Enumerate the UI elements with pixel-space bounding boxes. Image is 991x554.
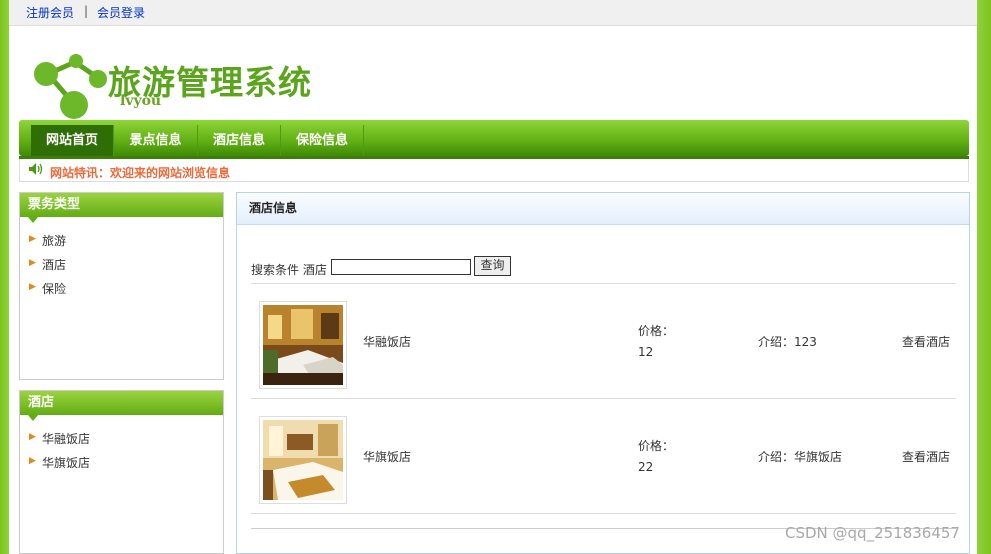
ticket-type-panel: 票务类型 ▶ 旅游 ▶ 酒店 ▶ 保险 [19,192,224,380]
price-value: 12 [638,345,654,359]
price-value: 22 [638,460,654,474]
nav-item-hotels[interactable]: 酒店信息 [198,125,281,156]
divider [251,513,956,514]
hotel-intro: 介绍：华旗饭店 [758,450,843,464]
view-hotel-link[interactable]: 查看酒店 [902,448,950,465]
search-button[interactable]: 查询 [474,256,511,276]
nav-item-home[interactable]: 网站首页 [31,125,114,156]
speaker-icon [29,163,43,175]
molecule-logo-icon [34,54,107,119]
sidebar-item-label: 酒店 [42,258,67,272]
hotel-room-image [263,305,343,385]
sidebar-item-huarong[interactable]: ▶ 华融饭店 [29,429,223,453]
notice-text: 网站特讯：欢迎来的网站浏览信息 [50,166,231,180]
bullet-arrow-icon: ▶ [29,234,36,244]
bullet-arrow-icon: ▶ [29,432,36,442]
register-link[interactable]: 注册会员 [26,4,74,21]
hotel-info-panel: 酒店信息 搜索条件 酒店 查询 华融饭店 价格： 12 介绍：123 查看酒店 … [236,192,970,554]
hotel-name[interactable]: 华融饭店 [363,333,411,350]
sidebar-item-label: 华旗饭店 [42,456,91,470]
sidebar-item-travel[interactable]: ▶ 旅游 [29,231,223,255]
bullet-arrow-icon: ▶ [29,258,36,268]
hotel-name[interactable]: 华旗饭店 [363,448,411,465]
site-logo[interactable]: 旅游管理系统 lvyou [30,52,330,122]
bullet-arrow-icon: ▶ [29,282,36,292]
hotel-price: 价格： 12 [638,321,674,363]
list-item: 华旗饭店 价格： 22 介绍：华旗饭店 查看酒店 [251,398,956,513]
sidebar-item-huaqi[interactable]: ▶ 华旗饭店 [29,453,223,477]
main-nav: 网站首页 景点信息 酒店信息 保险信息 [19,120,969,156]
bullet-arrow-icon: ▶ [29,456,36,466]
heading-pointer-icon [28,217,38,223]
hotel-thumbnail[interactable] [259,416,347,504]
site-subtitle: lvyou [120,93,162,109]
nav-item-attractions[interactable]: 景点信息 [114,125,198,156]
topbar-separator: | [84,4,89,18]
search-label: 搜索条件 酒店 [251,263,327,277]
ticket-type-heading: 票务类型 [20,193,223,223]
heading-pointer-icon [28,415,38,421]
hotel-list-panel: 酒店 ▶ 华融饭店 ▶ 华旗饭店 [19,390,224,554]
top-bar: 注册会员 | 会员登录 [9,0,977,26]
hotel-room-image [263,420,343,500]
nav-item-insurance[interactable]: 保险信息 [281,125,364,156]
ticket-type-title: 票务类型 [28,197,81,212]
login-link[interactable]: 会员登录 [97,4,145,21]
hotel-intro: 介绍：123 [758,335,817,349]
view-hotel-link[interactable]: 查看酒店 [902,333,950,350]
list-item: 华融饭店 价格： 12 介绍：123 查看酒店 [251,283,956,398]
search-input[interactable] [331,259,471,275]
sidebar-item-label: 华融饭店 [42,432,91,446]
sidebar-item-label: 旅游 [42,234,67,248]
notice-bar: 网站特讯：欢迎来的网站浏览信息 [19,159,969,182]
price-label: 价格： [638,324,675,338]
watermark-text: CSDN @qq_251836457 [785,524,960,542]
panel-title: 酒店信息 [237,193,969,225]
hotel-price: 价格： 22 [638,436,674,478]
hotel-list-heading: 酒店 [20,391,223,421]
sidebar-item-hotel[interactable]: ▶ 酒店 [29,255,223,279]
price-label: 价格： [638,439,675,453]
sidebar-item-label: 保险 [42,282,67,296]
sidebar-item-insurance[interactable]: ▶ 保险 [29,279,223,303]
hotel-thumbnail[interactable] [259,301,347,389]
hotel-list-title: 酒店 [28,395,55,410]
